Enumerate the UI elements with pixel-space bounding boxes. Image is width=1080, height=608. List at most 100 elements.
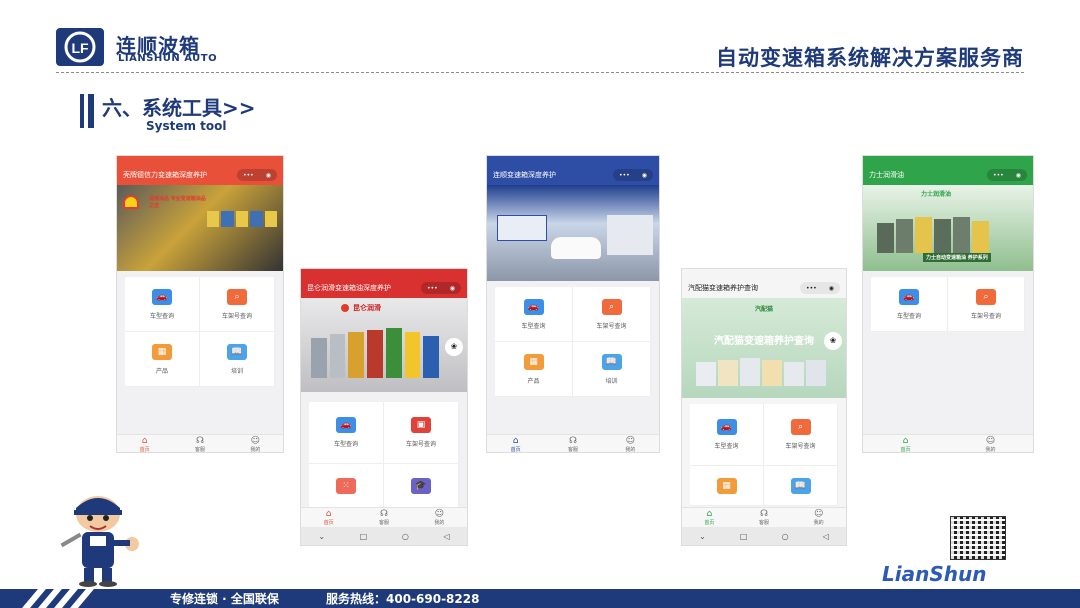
home-icon: ⌂	[512, 435, 519, 446]
grid-item-training[interactable]: 🎓	[384, 464, 459, 508]
grid-item-training[interactable]: 📖 培训	[200, 332, 275, 387]
tab-home[interactable]: ⌂ 首页	[140, 436, 150, 452]
headset-icon: ☊	[568, 435, 577, 446]
close-icon[interactable]: ◉	[266, 172, 271, 179]
qr-code	[950, 516, 1006, 560]
capsule-menu[interactable]: ••• ◉	[613, 169, 653, 181]
grid-item-training[interactable]: 📖	[764, 466, 838, 506]
nav-back-icon[interactable]: ◁	[443, 532, 449, 541]
app-title-bar: 壳牌德信力变速箱深度养护 ••• ◉	[117, 165, 283, 185]
close-icon[interactable]: ◉	[642, 172, 647, 179]
tab-service[interactable]: ☊ 客服	[195, 436, 205, 452]
grid-item-vin-query[interactable]: ⌕ 车架号查询	[948, 277, 1025, 332]
more-icon[interactable]: •••	[806, 285, 817, 292]
nav-home-icon[interactable]: ○	[402, 532, 409, 541]
product-icon: ▦	[152, 343, 172, 360]
app-title-bar: 汽配猫变速箱养护查询 ••• ◉	[682, 278, 846, 298]
app-title-bar: 昆仑润滑变速箱油深度养护 ••• ◉	[301, 278, 467, 298]
kunlun-logo-icon	[341, 304, 349, 312]
car-icon: 🚗	[336, 417, 356, 433]
car-icon: 🚗	[152, 288, 172, 305]
grid-label: 车型查询	[149, 312, 174, 320]
user-icon: ☺	[625, 435, 636, 446]
tab-mine[interactable]: ☺ 我的	[434, 509, 444, 526]
tab-home[interactable]: ⌂ 首页	[511, 435, 521, 452]
close-icon[interactable]: ◉	[450, 285, 455, 292]
grid-item-vehicle-query[interactable]: 🚗 车型查询	[125, 277, 200, 332]
footer-bar	[0, 589, 1080, 608]
grid-item-vin-query[interactable]: ▣ 车架号查询	[384, 402, 459, 464]
tab-bar: ⌂ 首页 ☺ 我的	[863, 434, 1033, 452]
tab-home[interactable]: ⌂ 首页	[324, 509, 334, 526]
close-icon[interactable]: ◉	[829, 285, 834, 292]
service-float-icon[interactable]: ❀	[445, 338, 463, 356]
brand-wordmark: LianShun	[882, 562, 987, 586]
grid-item-vin-query[interactable]: ⌕ 车架号查询	[764, 404, 838, 466]
product-banner: 汽配猫 汽配猫变速箱养护查询 ❀	[682, 298, 846, 398]
android-nav-bar: ⌄ □ ○ ◁	[301, 527, 467, 545]
grid-item-vin-query[interactable]: ⌕ 车架号查询	[200, 277, 275, 332]
app-title: 汽配猫变速箱养护查询	[688, 284, 758, 292]
grid-label: 车架号查询	[405, 441, 436, 448]
more-icon[interactable]: •••	[993, 172, 1004, 179]
grid-item-products[interactable]: ▦ 产品	[495, 342, 573, 397]
book-icon: 📖	[790, 477, 811, 494]
workshop-wall	[497, 215, 547, 241]
grid-item-vin-query[interactable]: ⌕ 车架号查询	[573, 287, 651, 342]
grid-item-vehicle-query[interactable]: 🚗 车型查询	[495, 287, 573, 342]
tab-service[interactable]: ☊ 客服	[568, 435, 578, 452]
more-icon[interactable]: •••	[427, 285, 438, 292]
section-marker	[88, 94, 94, 128]
capsule-menu[interactable]: ••• ◉	[987, 169, 1027, 181]
grid-apps-icon: ⁙	[336, 477, 356, 494]
search-icon: ⌕	[790, 419, 811, 435]
tab-mine[interactable]: ☺ 我的	[625, 435, 636, 452]
grid-item-vehicle-query[interactable]: 🚗 车型查询	[690, 404, 764, 466]
book-icon: 📖	[601, 353, 622, 370]
more-icon[interactable]: •••	[243, 172, 254, 179]
section-marker	[80, 94, 84, 128]
nav-down-icon[interactable]: ⌄	[318, 532, 325, 541]
app-title: 力士润滑油	[869, 171, 904, 179]
grid-item-products[interactable]: ▦ 产品	[125, 332, 200, 387]
status-bar	[487, 156, 659, 165]
nav-down-icon[interactable]: ⌄	[699, 532, 706, 541]
nav-back-icon[interactable]: ◁	[823, 532, 829, 541]
header-divider	[56, 72, 1024, 73]
tab-mine[interactable]: ☺ 我的	[985, 436, 995, 452]
product-icon: ▦	[716, 477, 737, 494]
app-title-bar: 力士润滑油 ••• ◉	[863, 165, 1033, 185]
more-icon[interactable]: •••	[619, 172, 630, 179]
product-icon: ▦	[523, 353, 544, 370]
banner-text: 昆仑润滑	[353, 304, 381, 312]
function-grid: 🚗 车型查询 ⌕ 车架号查询 ▦ 📖	[690, 404, 838, 506]
tab-home[interactable]: ⌂ 首页	[900, 436, 910, 452]
tab-service[interactable]: ☊ 客服	[759, 509, 769, 526]
tab-mine[interactable]: ☺ 我的	[814, 509, 824, 526]
tab-home[interactable]: ⌂ 首页	[704, 509, 714, 526]
app-title: 连顺变速箱深度养护	[493, 171, 556, 179]
tab-service[interactable]: ☊ 客服	[379, 509, 389, 526]
workshop-shelf	[607, 215, 653, 255]
close-icon[interactable]: ◉	[1016, 172, 1021, 179]
capsule-menu[interactable]: ••• ◉	[800, 282, 840, 294]
capsule-menu[interactable]: ••• ◉	[421, 282, 461, 294]
service-float-icon[interactable]: ❀	[824, 332, 842, 350]
grid-item-vehicle-query[interactable]: 🚗 车型查询	[871, 277, 948, 332]
grid-item-vehicle-query[interactable]: 🚗 车型查询	[309, 402, 384, 464]
tab-bar: ⌂ 首页 ☊ 客服 ☺ 我的	[117, 434, 283, 452]
product-banner: 力士润滑油 力士自动变速箱油 养护系列	[863, 185, 1033, 271]
nav-recent-icon[interactable]: □	[360, 532, 368, 541]
grid-label: 培训	[230, 367, 243, 375]
grid-item-products[interactable]: ▦	[690, 466, 764, 506]
grid-label: 产品	[527, 377, 540, 385]
grid-item-training[interactable]: 📖 培训	[573, 342, 651, 397]
function-grid: 🚗 车型查询 ▣ 车架号查询 ⁙ 🎓	[309, 402, 459, 508]
nav-recent-icon[interactable]: □	[740, 532, 748, 541]
grid-item-products[interactable]: ⁙	[309, 464, 384, 508]
phone-liushi-app: 力士润滑油 ••• ◉ 力士润滑油 力士自动变速箱油 养护系列 🚗 车型查询 ⌕ 车架…	[862, 155, 1034, 453]
app-title-bar: 连顺变速箱深度养护 ••• ◉	[487, 165, 659, 185]
nav-home-icon[interactable]: ○	[782, 532, 789, 541]
capsule-menu[interactable]: ••• ◉	[237, 169, 277, 181]
tab-mine[interactable]: ☺ 我的	[250, 436, 260, 452]
